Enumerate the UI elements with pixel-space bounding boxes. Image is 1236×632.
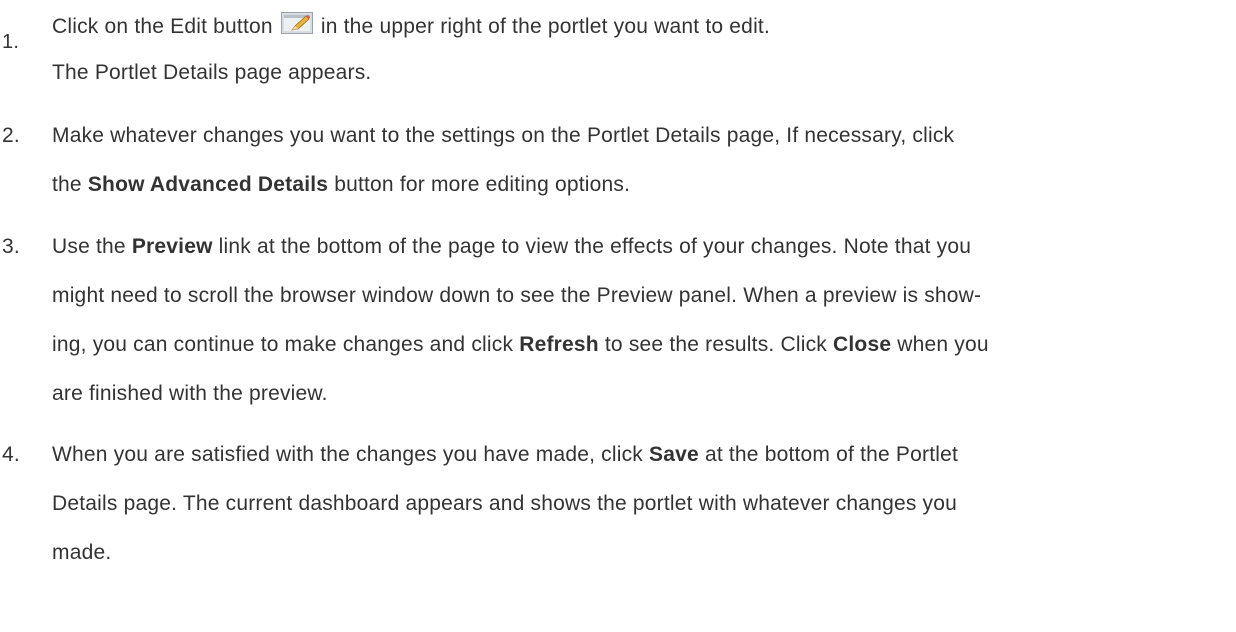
show-advanced-details-label: Show Advanced Details (87, 173, 329, 196)
close-label: Close (833, 333, 892, 356)
step-3-line-4: are finished with the preview. (52, 382, 328, 405)
step-text: When you are satisfied with the changes … (52, 443, 643, 466)
step-4-line-1: When you are satisfied with the changes … (52, 443, 958, 467)
step-3-line-2: might need to scroll the browser window … (52, 284, 982, 307)
step-number: 4. (2, 443, 20, 466)
step-text: button for more editing options. (334, 173, 631, 196)
step-number: 2. (2, 124, 20, 147)
step-3-line-3: ing, you can continue to make changes an… (52, 333, 989, 357)
step-text: ing, you can continue to make changes an… (52, 333, 514, 356)
step-text: at the bottom of the Portlet (704, 443, 959, 466)
refresh-label: Refresh (519, 333, 599, 356)
step-text: the (52, 173, 82, 196)
step-number: 3. (2, 235, 20, 258)
step-2-line-1: Make whatever changes you want to the se… (52, 124, 955, 147)
step-1-line-2: The Portlet Details page appears. (52, 61, 372, 84)
step-text: Click on the Edit button (52, 15, 273, 38)
step-number: 1. (2, 31, 20, 53)
preview-label: Preview (131, 235, 213, 258)
save-label: Save (649, 443, 699, 466)
step-text: in the upper right of the portlet you wa… (320, 15, 770, 38)
edit-icon (280, 12, 313, 34)
step-1-line-1: Click on the Edit button in the upper ri… (52, 12, 770, 39)
step-text: Use the (52, 235, 126, 258)
step-2-line-2: the Show Advanced Details button for mor… (52, 173, 630, 197)
step-text: to see the results. Click (604, 333, 827, 356)
step-4-line-3: made. (52, 541, 112, 564)
step-text: link at the bottom of the page to view t… (218, 235, 972, 258)
step-3-line-1: Use the Preview link at the bottom of th… (52, 235, 971, 259)
step-text: when you (897, 333, 989, 356)
step-4-line-2: Details page. The current dashboard appe… (52, 492, 958, 515)
